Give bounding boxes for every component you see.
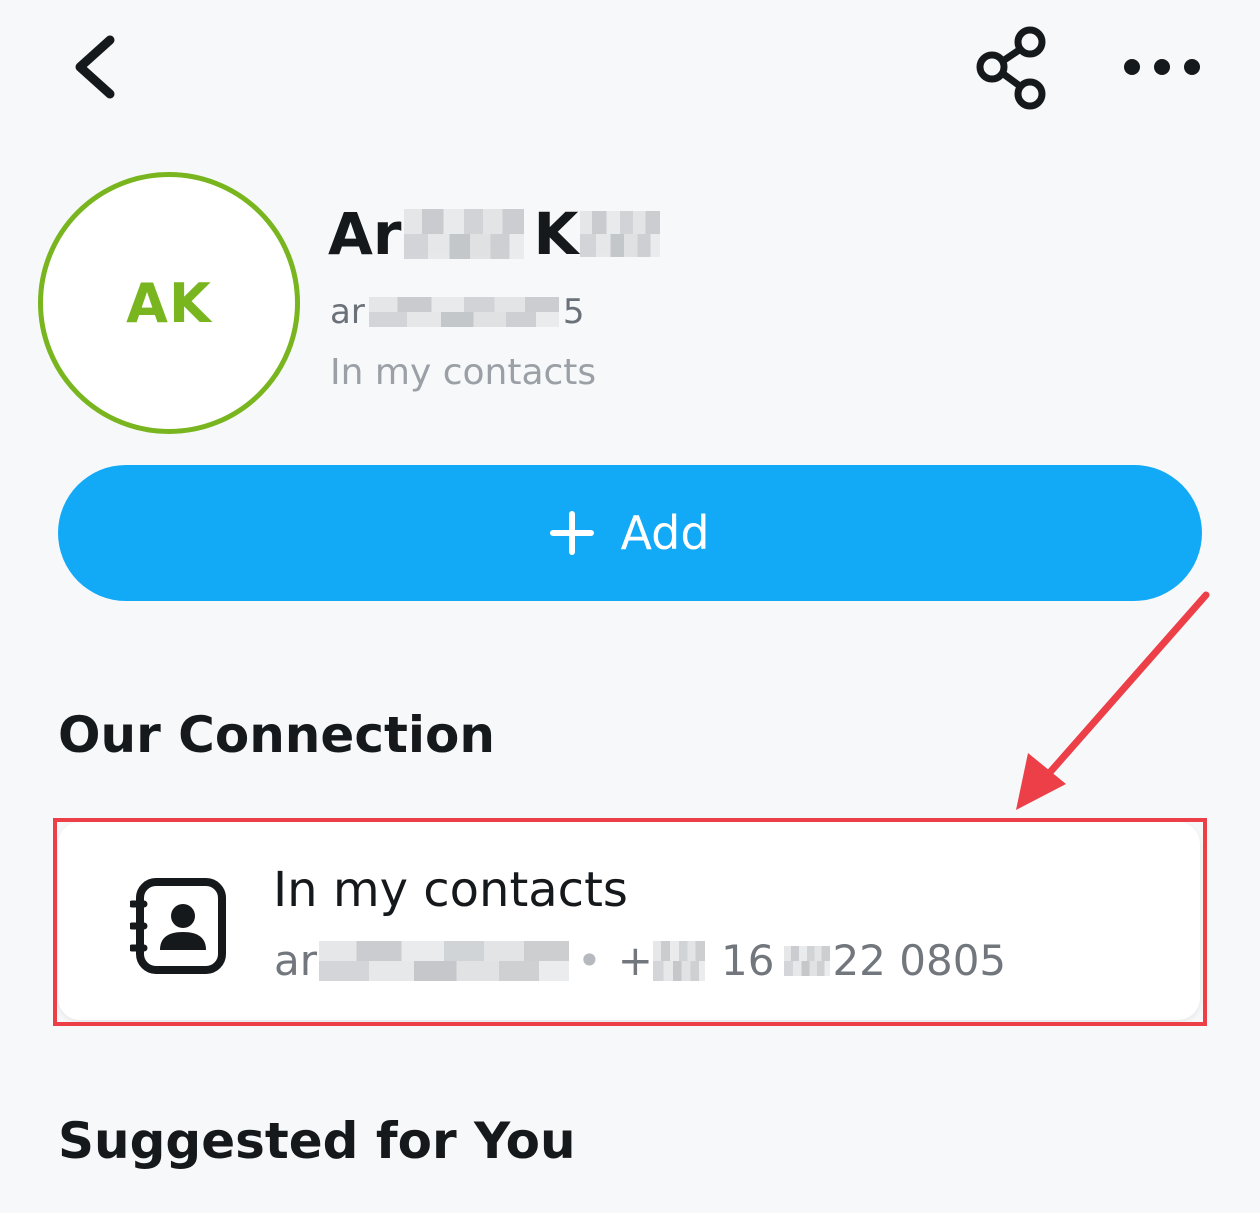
- back-button[interactable]: [60, 30, 130, 104]
- share-button[interactable]: [972, 22, 1058, 112]
- separator-dot: •: [577, 936, 602, 985]
- redacted-block: [403, 209, 524, 259]
- add-friend-button[interactable]: Add: [58, 465, 1202, 601]
- contact-username-start: ar: [274, 936, 318, 985]
- avatar[interactable]: AK: [38, 172, 300, 434]
- section-title-suggested: Suggested for You: [58, 1112, 576, 1170]
- add-button-label: Add: [620, 506, 710, 560]
- annotation-arrow: [1016, 591, 1210, 810]
- profile-status: In my contacts: [330, 352, 597, 393]
- chevron-left-icon: [75, 35, 115, 99]
- redacted-block: [580, 211, 661, 257]
- connection-card-details: ar • + 16 22 0805: [274, 936, 1006, 985]
- redacted-block: [368, 297, 559, 327]
- username-start: ar: [330, 292, 365, 332]
- more-horizontal-icon: [1124, 59, 1200, 75]
- display-name-last-visible: K: [533, 200, 579, 268]
- display-name-first-visible: Ar: [328, 200, 402, 268]
- phone-part-1: 16: [721, 936, 775, 985]
- username-end: 5: [562, 292, 585, 332]
- phone-part-2: 22 0805: [832, 936, 1007, 985]
- avatar-initials: AK: [126, 271, 212, 335]
- section-title-our-connection: Our Connection: [58, 706, 495, 764]
- redacted-block: [653, 940, 705, 981]
- display-name: Ar K: [328, 200, 661, 268]
- plus-icon: [550, 511, 595, 555]
- share-icon: [976, 26, 1046, 110]
- more-options-button[interactable]: [1112, 42, 1212, 92]
- redacted-block: [319, 940, 570, 981]
- phone-prefix: +: [617, 936, 653, 985]
- connection-card-title: In my contacts: [273, 862, 628, 918]
- contact-book-icon: [128, 876, 230, 976]
- redacted-block: [784, 945, 831, 976]
- username: ar 5: [330, 292, 584, 332]
